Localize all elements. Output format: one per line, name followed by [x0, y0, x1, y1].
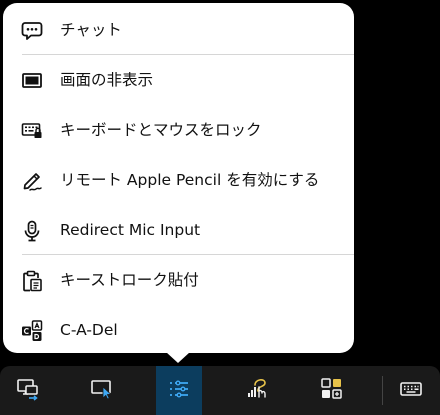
menu-item-ctrl-alt-del[interactable]: C-A-Del [3, 305, 354, 355]
actions-menu-icon [166, 376, 192, 406]
screen: チャット 画面の非表示 キーボードとマウスをロック リモート Apple Pen… [0, 0, 440, 415]
menu-item-blank-screen[interactable]: 画面の非表示 [3, 55, 354, 105]
popover-arrow [166, 352, 190, 363]
pencil-icon [21, 170, 43, 192]
clipboard-paste-icon [21, 270, 43, 292]
screen-blank-icon [21, 70, 43, 92]
menu-item-keystroke-paste[interactable]: キーストローク貼付 [3, 255, 354, 305]
actions-menu-button[interactable] [156, 366, 202, 415]
menu-item-redirect-mic[interactable]: Redirect Mic Input [3, 205, 354, 255]
screen-cursor-icon [89, 376, 115, 406]
lock-keyboard-mouse-icon [21, 120, 43, 142]
bottom-toolbar [0, 366, 440, 415]
microphone-icon [21, 220, 43, 242]
menu-item-label: リモート Apple Pencil を有効にする [60, 171, 320, 189]
switch-computer-icon [15, 376, 41, 406]
keyboard-icon [398, 376, 424, 406]
menu-item-label: Redirect Mic Input [60, 221, 201, 239]
menu-item-label: キーボードとマウスをロック [60, 121, 262, 139]
actions-popover: チャット 画面の非表示 キーボードとマウスをロック リモート Apple Pen… [3, 3, 354, 353]
chat-bubble-icon [21, 20, 43, 42]
gesture-signal-icon [243, 375, 271, 407]
apps-grid-button[interactable] [310, 366, 354, 415]
apps-grid-icon [319, 376, 345, 406]
menu-item-chat[interactable]: チャット [3, 5, 354, 55]
menu-item-label: 画面の非表示 [60, 71, 154, 89]
keyboard-button[interactable] [388, 366, 434, 415]
menu-item-remote-pencil[interactable]: リモート Apple Pencil を有効にする [3, 155, 354, 205]
menu-item-label: チャット [60, 21, 122, 39]
menu-item-label: キーストローク貼付 [60, 271, 199, 289]
menu-item-label: C-A-Del [60, 321, 118, 339]
switch-computer-button[interactable] [6, 366, 50, 415]
gesture-button[interactable] [234, 366, 280, 415]
screen-cursor-button[interactable] [80, 366, 124, 415]
menu-item-lock-input[interactable]: キーボードとマウスをロック [3, 105, 354, 155]
toolbar-divider [382, 376, 383, 405]
ctrl-alt-del-icon [21, 320, 43, 342]
